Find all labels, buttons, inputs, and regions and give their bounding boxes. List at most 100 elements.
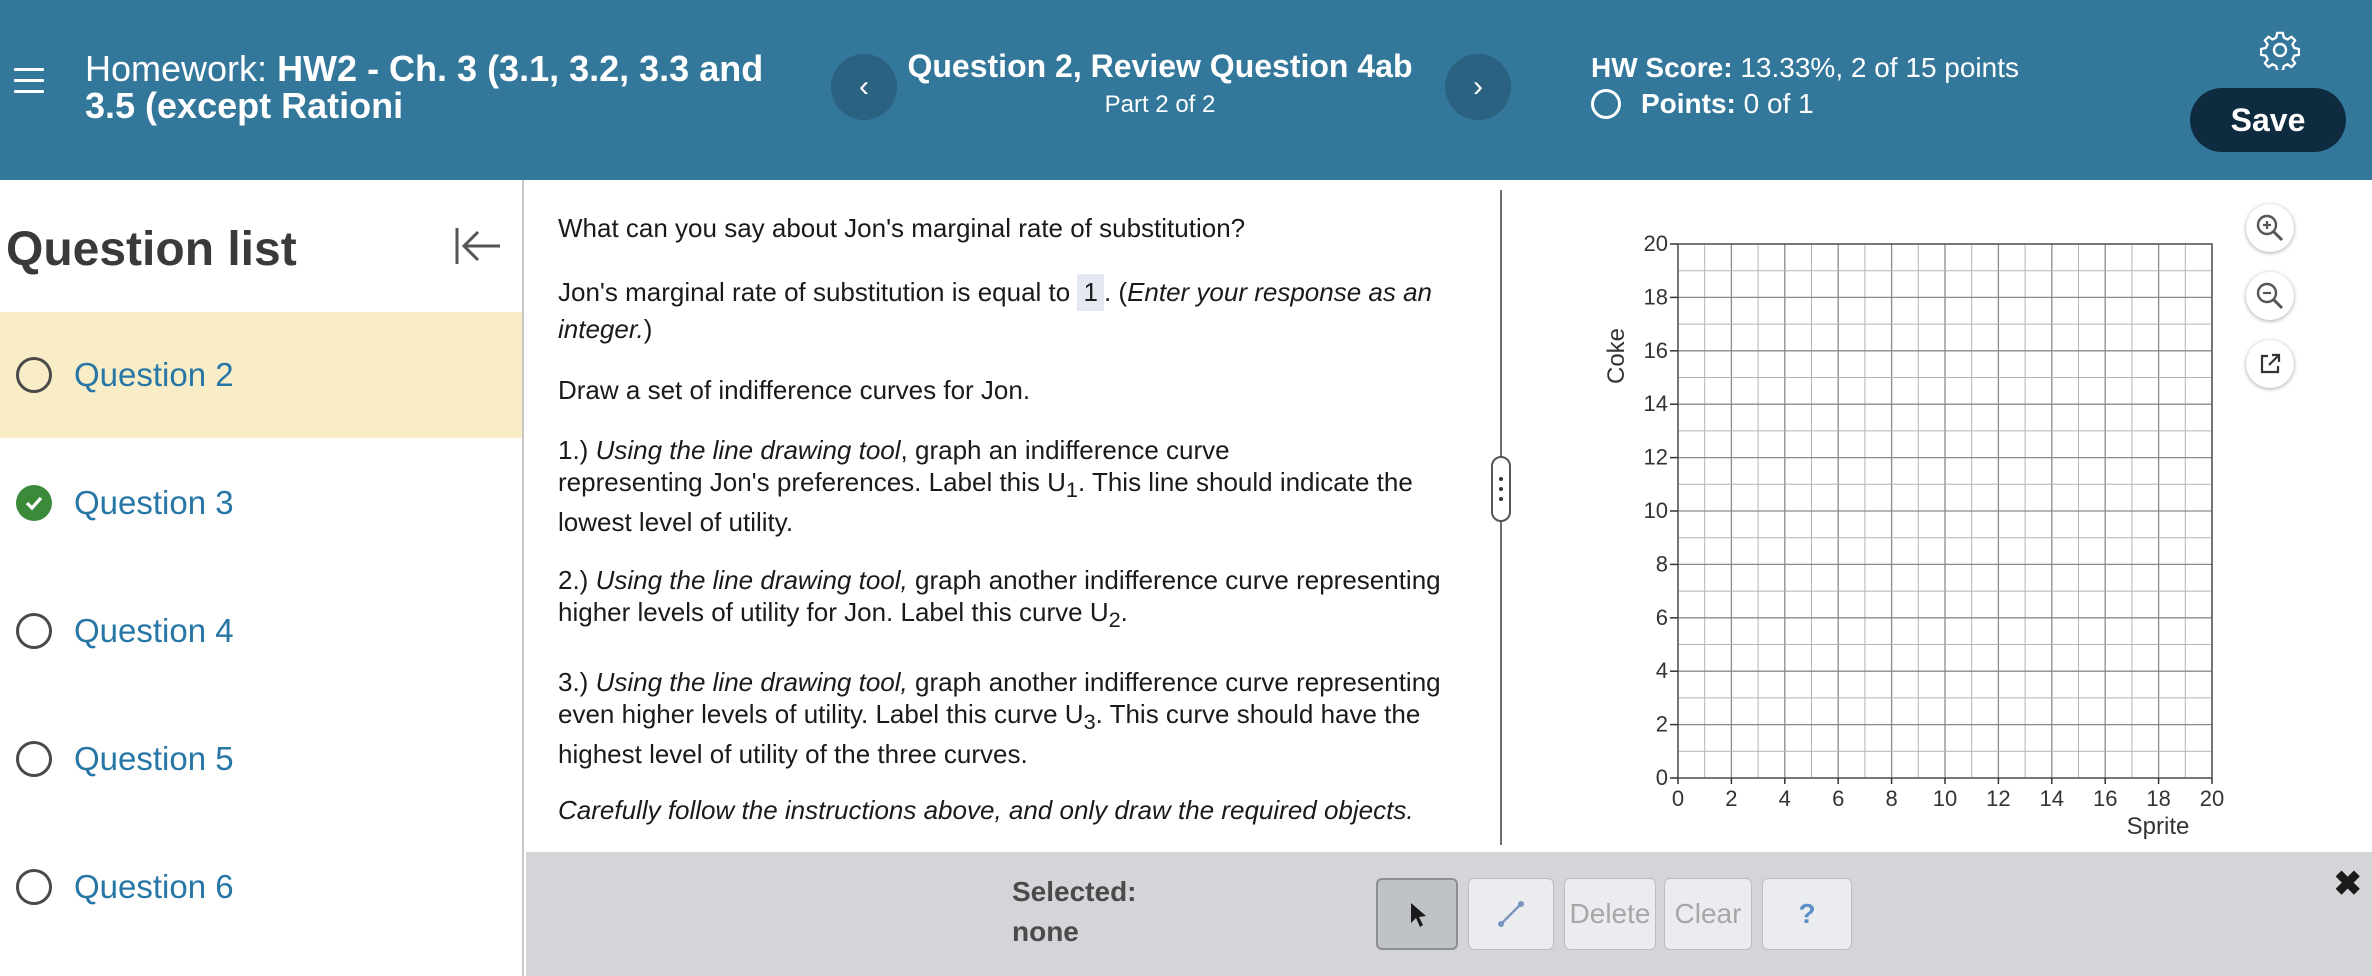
y-tick-label: 10	[1644, 498, 1668, 523]
question-list-item-2[interactable]: Question 2	[0, 312, 522, 438]
y-tick-label: 4	[1656, 658, 1668, 683]
unanswered-circle-icon	[16, 869, 52, 905]
y-tick-label: 16	[1644, 338, 1668, 363]
homework-title: Homework: HW2 - Ch. 3 (3.1, 3.2, 3.3 and…	[85, 50, 805, 124]
gear-icon[interactable]	[2260, 30, 2300, 70]
draw-intro: Draw a set of indifference curves for Jo…	[558, 375, 1031, 405]
mrs-suffix-end: )	[643, 314, 653, 344]
unanswered-circle-icon	[16, 613, 52, 649]
step-1-text-c: . This line should indicate the	[1077, 467, 1413, 497]
step-1-instruction: 1.) Using the line drawing tool, graph a…	[558, 434, 1478, 538]
step-2-end: .	[1120, 597, 1128, 627]
question-list-item-5[interactable]: Question 5	[0, 696, 522, 822]
close-icon[interactable]: ✖	[2334, 864, 2363, 904]
question-list-panel: Question list Question 2 Question 3 Ques…	[0, 180, 524, 976]
collapse-panel-icon[interactable]	[454, 222, 502, 270]
next-question-button[interactable]: ›	[1445, 54, 1511, 120]
question-part: Part 2 of 2	[1104, 91, 1216, 118]
question-prompt: What can you say about Jon's marginal ra…	[558, 213, 1246, 243]
y-tick-label: 2	[1656, 712, 1668, 737]
step-2-tool: Using the line drawing tool,	[595, 565, 908, 595]
x-tick-label: 16	[2093, 786, 2117, 811]
x-tick-label: 14	[2040, 786, 2064, 811]
zoom-out-button[interactable]	[2246, 272, 2294, 320]
question-list-item-label: Question 5	[74, 740, 234, 777]
question-list-item-4[interactable]: Question 4	[0, 568, 522, 694]
y-tick-label: 0	[1656, 765, 1668, 790]
chevron-left-icon: ‹	[859, 70, 869, 103]
step-2-number: 2.)	[558, 565, 589, 595]
x-tick-label: 8	[1885, 786, 1897, 811]
delete-button[interactable]: Delete	[1564, 878, 1656, 950]
x-tick-label: 18	[2146, 786, 2170, 811]
step-3-tool: Using the line drawing tool,	[595, 667, 908, 697]
step-2-subscript: 2	[1108, 607, 1121, 633]
checkmark-circle-icon	[16, 485, 52, 521]
selected-value: none	[1012, 916, 1079, 947]
step-3-text-c: . This curve should have the	[1095, 699, 1421, 729]
step-1-text-b: representing Jon's preferences. Label th…	[558, 467, 1066, 497]
graph-canvas[interactable]: 0 2 4 6 8 10 12 14 16 18 20 0 2 4 6 8 10 12 14 16 18 20 Sprite…	[1590, 220, 2250, 860]
mrs-suffix: . (	[1103, 277, 1128, 307]
zoom-in-button[interactable]	[2246, 204, 2294, 252]
clear-button[interactable]: Clear	[1664, 878, 1752, 950]
question-list-item-3[interactable]: Question 3	[0, 440, 522, 566]
step-1-tool: Using the line drawing tool	[595, 435, 901, 465]
indifference-graph[interactable]: 0 2 4 6 8 10 12 14 16 18 20 0 2 4 6 8 10 12 14 16 18 20 Sprite…	[1590, 220, 2250, 860]
y-tick-label: 20	[1644, 231, 1668, 256]
step-3-text-d: highest level of utility of the three cu…	[558, 739, 1028, 770]
y-tick-label: 12	[1644, 445, 1668, 470]
x-tick-label: 4	[1779, 786, 1791, 811]
step-3-number: 3.)	[558, 667, 589, 697]
y-tick-label: 18	[1644, 284, 1668, 309]
select-tool-button[interactable]	[1376, 878, 1458, 950]
mrs-question: Jon's marginal rate of substitution is e…	[558, 274, 1478, 348]
line-tool-button[interactable]	[1468, 878, 1554, 950]
zoom-in-icon	[2256, 214, 2284, 242]
line-draw-icon	[1498, 901, 1524, 927]
header-bar: Homework: HW2 - Ch. 3 (3.1, 3.2, 3.3 and…	[0, 0, 2372, 180]
unanswered-circle-icon	[16, 357, 52, 393]
x-axis-label: Sprite	[2127, 813, 2190, 840]
x-tick-label: 2	[1725, 786, 1737, 811]
homework-label: Homework:	[85, 48, 268, 89]
homework-app: Homework: HW2 - Ch. 3 (3.1, 3.2, 3.3 and…	[0, 0, 2372, 976]
mrs-prefix: Jon's marginal rate of substitution is e…	[558, 277, 1071, 307]
step-1-text-d: lowest level of utility.	[558, 507, 794, 538]
question-content: What can you say about Jon's marginal ra…	[526, 180, 1500, 850]
chevron-right-icon: ›	[1473, 70, 1483, 103]
question-title: Question 2, Review Question 4ab	[907, 48, 1413, 84]
drawing-toolbar: Selected: none Delete Clear ? ✖	[526, 852, 2372, 976]
question-points: Points: 0 of 1	[1591, 88, 1814, 120]
save-button[interactable]: Save	[2190, 88, 2346, 152]
step-1-text-a: , graph an indifference curve	[900, 435, 1230, 465]
step-3-instruction: 3.) Using the line drawing tool, graph a…	[558, 666, 1478, 770]
panel-resize-handle[interactable]	[1491, 456, 1511, 522]
selected-label: Selected:	[1012, 876, 1137, 907]
x-tick-label: 12	[1986, 786, 2010, 811]
question-list-item-label: Question 2	[74, 356, 234, 393]
step-3-subscript: 3	[1083, 709, 1096, 735]
help-button[interactable]: ?	[1762, 878, 1852, 950]
zoom-out-icon	[2256, 282, 2284, 310]
question-list-item-label: Question 3	[74, 484, 234, 521]
open-external-button[interactable]	[2246, 340, 2294, 388]
question-list-title: Question list	[6, 223, 297, 276]
menu-icon[interactable]	[14, 66, 44, 96]
instruction-note: Carefully follow the instructions above,…	[558, 794, 1478, 826]
x-tick-label: 20	[2200, 786, 2224, 811]
x-tick-label: 10	[1933, 786, 1957, 811]
step-3-text-b: even higher levels of utility. Label thi…	[558, 699, 1084, 729]
x-tick-label: 0	[1672, 786, 1684, 811]
mrs-answer-field[interactable]: 1	[1077, 274, 1104, 311]
y-tick-label: 6	[1656, 605, 1668, 630]
step-1-subscript: 1	[1065, 477, 1078, 503]
hw-score: HW Score: 13.33%, 2 of 15 points	[1591, 52, 2019, 84]
points-status-icon	[1591, 89, 1621, 119]
hw-score-label: HW Score:	[1591, 52, 1733, 83]
points-value: 0 of 1	[1743, 88, 1814, 119]
points-label: Points:	[1641, 88, 1736, 119]
step-1-number: 1.)	[558, 435, 589, 465]
y-tick-label: 8	[1656, 551, 1668, 576]
question-list-item-6[interactable]: Question 6	[0, 824, 522, 950]
